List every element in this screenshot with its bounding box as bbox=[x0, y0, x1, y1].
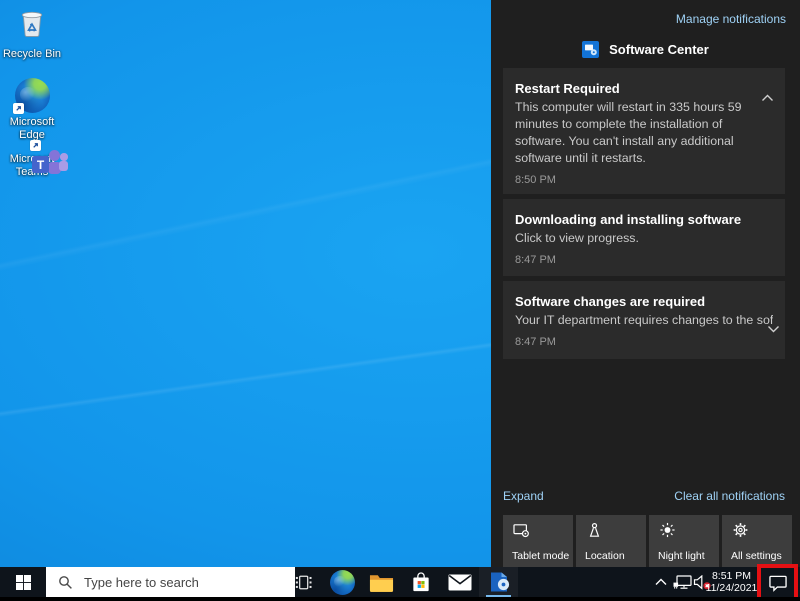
notification-body: Your IT department requires changes to t… bbox=[515, 312, 773, 329]
quick-action-label: Tablet mode bbox=[512, 550, 571, 562]
notification-group-header[interactable]: Software Center bbox=[491, 41, 800, 58]
start-button[interactable] bbox=[0, 567, 46, 597]
desktop-icon-label: Recycle Bin bbox=[3, 48, 61, 61]
shortcut-arrow-icon bbox=[13, 103, 24, 114]
quick-action-night-light[interactable]: Night light bbox=[649, 515, 719, 567]
manage-notifications-link[interactable]: Manage notifications bbox=[676, 12, 786, 26]
action-center-button[interactable] bbox=[761, 568, 794, 597]
action-center-icon bbox=[768, 574, 788, 592]
action-center-panel: Manage notifications Software Center Res… bbox=[491, 0, 800, 567]
search-input[interactable] bbox=[82, 574, 286, 591]
clock-date: 11/24/2021 bbox=[706, 582, 758, 594]
edge-icon bbox=[330, 570, 355, 595]
microsoft-store-icon bbox=[410, 571, 432, 593]
night-light-icon bbox=[659, 522, 676, 538]
shortcut-arrow-icon bbox=[30, 140, 41, 151]
chevron-up-icon[interactable] bbox=[761, 89, 774, 97]
taskbar-clock[interactable]: 8:51 PM 11/24/2021 bbox=[708, 567, 755, 597]
taskbar-app-icons bbox=[284, 567, 518, 597]
network-icon bbox=[673, 575, 692, 590]
file-explorer-icon bbox=[369, 572, 394, 593]
notification-body: Click to view progress. bbox=[515, 230, 773, 247]
edge-icon bbox=[15, 78, 50, 113]
network-tray-button[interactable] bbox=[671, 567, 693, 597]
show-hidden-icons-button[interactable] bbox=[652, 567, 670, 597]
notification-time: 8:47 PM bbox=[515, 336, 773, 348]
notification-list: Restart Required This computer will rest… bbox=[503, 68, 785, 364]
quick-action-label: Location bbox=[585, 550, 644, 562]
taskbar: 8:51 PM 11/24/2021 bbox=[0, 567, 800, 597]
task-view-icon bbox=[293, 572, 314, 593]
location-icon bbox=[586, 522, 603, 538]
hidden-icons-chevron bbox=[655, 578, 667, 586]
notification-group-title: Software Center bbox=[609, 42, 709, 57]
taskbar-search[interactable] bbox=[46, 567, 295, 597]
notification-restart-required[interactable]: Restart Required This computer will rest… bbox=[503, 68, 785, 194]
windows-logo-icon bbox=[16, 575, 31, 590]
quick-action-label: Night light bbox=[658, 550, 717, 562]
quick-action-label: All settings bbox=[731, 550, 790, 562]
task-view-button[interactable] bbox=[284, 567, 323, 597]
quick-action-tablet-mode[interactable]: Tablet mode bbox=[503, 515, 573, 567]
edge-taskbar-button[interactable] bbox=[323, 567, 362, 597]
quick-action-all-settings[interactable]: All settings bbox=[722, 515, 792, 567]
notification-title: Restart Required bbox=[515, 81, 773, 96]
software-center-icon bbox=[487, 570, 511, 594]
tablet-mode-icon bbox=[513, 522, 530, 538]
desktop-icon-microsoft-teams[interactable]: T Microsoft Teams bbox=[0, 150, 64, 178]
notification-downloading[interactable]: Downloading and installing software Clic… bbox=[503, 199, 785, 276]
chevron-down-icon[interactable] bbox=[767, 320, 780, 328]
settings-gear-icon bbox=[732, 522, 749, 538]
microsoft-store-button[interactable] bbox=[401, 567, 440, 597]
notification-time: 8:50 PM bbox=[515, 174, 773, 186]
desktop-icon-label: Microsoft Edge bbox=[0, 116, 64, 141]
notification-title: Software changes are required bbox=[515, 294, 773, 309]
search-icon bbox=[58, 575, 73, 590]
notification-time: 8:47 PM bbox=[515, 254, 773, 266]
notification-software-changes[interactable]: Software changes are required Your IT de… bbox=[503, 281, 785, 359]
clear-all-notifications-link[interactable]: Clear all notifications bbox=[674, 489, 785, 503]
notification-title: Downloading and installing software bbox=[515, 212, 773, 227]
file-explorer-button[interactable] bbox=[362, 567, 401, 597]
expand-link[interactable]: Expand bbox=[503, 489, 544, 503]
windows-desktop-screen: Recycle Bin Microsoft Edge T Microsoft T… bbox=[0, 0, 800, 601]
software-center-taskbar-button[interactable] bbox=[479, 567, 518, 597]
quick-actions: Tablet mode Location bbox=[503, 515, 792, 567]
desktop-icon-microsoft-edge[interactable]: Microsoft Edge bbox=[0, 78, 64, 141]
software-center-icon bbox=[582, 41, 599, 58]
desktop-icon-recycle-bin[interactable]: Recycle Bin bbox=[0, 4, 64, 61]
mail-icon bbox=[448, 574, 472, 591]
mail-button[interactable] bbox=[440, 567, 479, 597]
action-center-footer: Expand Clear all notifications bbox=[503, 489, 785, 503]
red-highlight-annotation bbox=[757, 564, 798, 601]
quick-action-location[interactable]: Location bbox=[576, 515, 646, 567]
screen-bottom-edge bbox=[0, 597, 800, 601]
recycle-bin-icon bbox=[14, 4, 50, 45]
notification-body: This computer will restart in 335 hours … bbox=[515, 99, 773, 167]
clock-time: 8:51 PM bbox=[712, 570, 751, 582]
